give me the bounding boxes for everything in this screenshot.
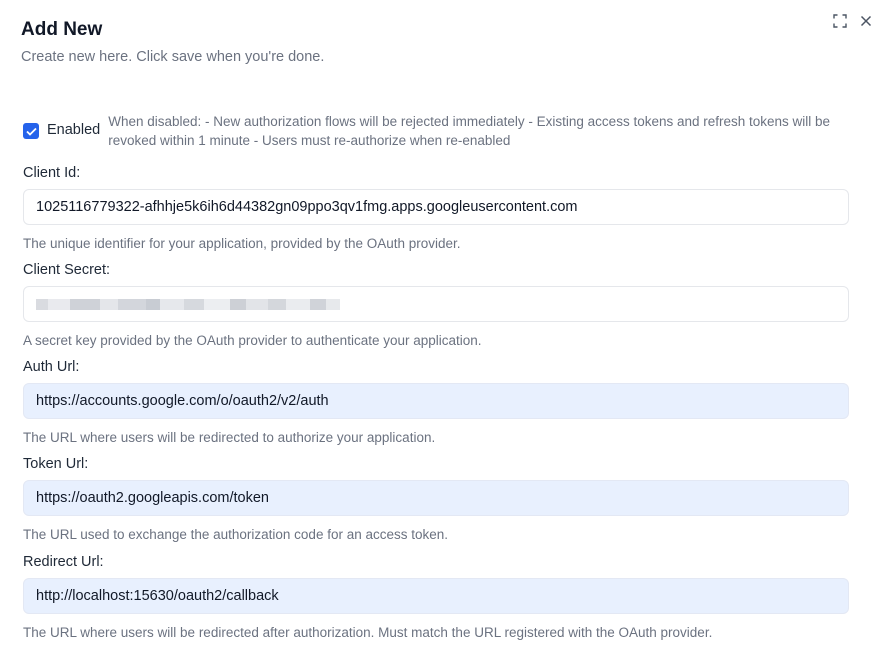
redirect-url-input[interactable]: http://localhost:15630/oauth2/callback: [23, 578, 849, 614]
token-url-input[interactable]: https://oauth2.googleapis.com/token: [23, 480, 849, 516]
dialog-subtitle: Create new here. Click save when you're …: [21, 49, 325, 65]
dialog-header: Add New Create new here. Click save when…: [21, 18, 324, 66]
redirect-url-help: The URL where users will be redirected a…: [23, 625, 713, 640]
close-icon[interactable]: [858, 13, 874, 29]
client-secret-field: Client Secret: A secret key provided by …: [23, 261, 849, 349]
client-secret-masked-value: [36, 298, 340, 310]
client-id-label: Client Id:: [23, 165, 81, 181]
token-url-label: Token Url:: [23, 456, 89, 472]
auth-url-input[interactable]: https://accounts.google.com/o/oauth2/v2/…: [23, 383, 849, 419]
enabled-description: When disabled: - New authorization flows…: [108, 114, 831, 148]
expand-icon[interactable]: [832, 13, 848, 29]
enabled-label[interactable]: Enabled: [47, 122, 100, 138]
client-id-field: Client Id: 1025116779322-afhhje5k6ih6d44…: [23, 164, 849, 252]
token-url-field: Token Url: https://oauth2.googleapis.com…: [23, 455, 849, 543]
auth-url-help: The URL where users will be redirected t…: [23, 430, 436, 445]
client-secret-input[interactable]: [23, 286, 849, 322]
redirect-url-field: Redirect Url: http://localhost:15630/oau…: [23, 553, 849, 641]
auth-url-label: Auth Url:: [23, 359, 80, 375]
add-new-dialog: Add New Create new here. Click save when…: [0, 0, 890, 655]
client-secret-help: A secret key provided by the OAuth provi…: [23, 333, 482, 348]
auth-url-field: Auth Url: https://accounts.google.com/o/…: [23, 358, 849, 446]
client-id-input[interactable]: 1025116779322-afhhje5k6ih6d44382gn09ppo3…: [23, 189, 849, 225]
enabled-row: Enabled When disabled: - New authorizati…: [23, 112, 853, 150]
dialog-actions: [832, 13, 874, 29]
client-id-help: The unique identifier for your applicati…: [23, 236, 461, 251]
token-url-help: The URL used to exchange the authorizati…: [23, 527, 449, 542]
client-secret-label: Client Secret:: [23, 262, 111, 278]
dialog-title: Add New: [21, 19, 103, 40]
enabled-checkbox[interactable]: [23, 123, 39, 139]
redirect-url-label: Redirect Url:: [23, 554, 104, 570]
